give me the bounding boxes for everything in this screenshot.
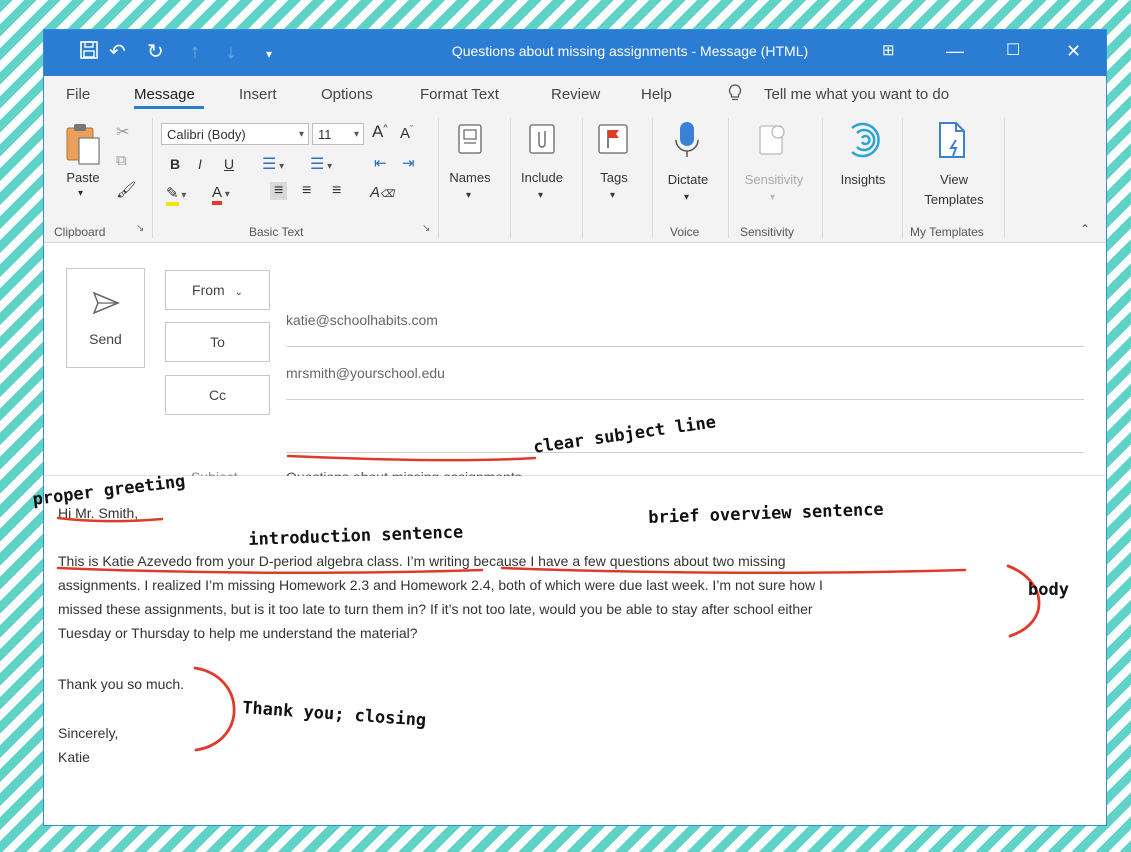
closing-bracket-mark (193, 666, 236, 752)
subject-underline-mark (286, 454, 537, 462)
greeting-underline-mark (56, 516, 164, 523)
annotation-body: body (1028, 580, 1069, 600)
annotation-marks (56, 454, 1041, 752)
overview-underline-mark (500, 566, 967, 575)
body-bracket-mark (1006, 564, 1041, 638)
intro-underline-mark (56, 566, 484, 575)
